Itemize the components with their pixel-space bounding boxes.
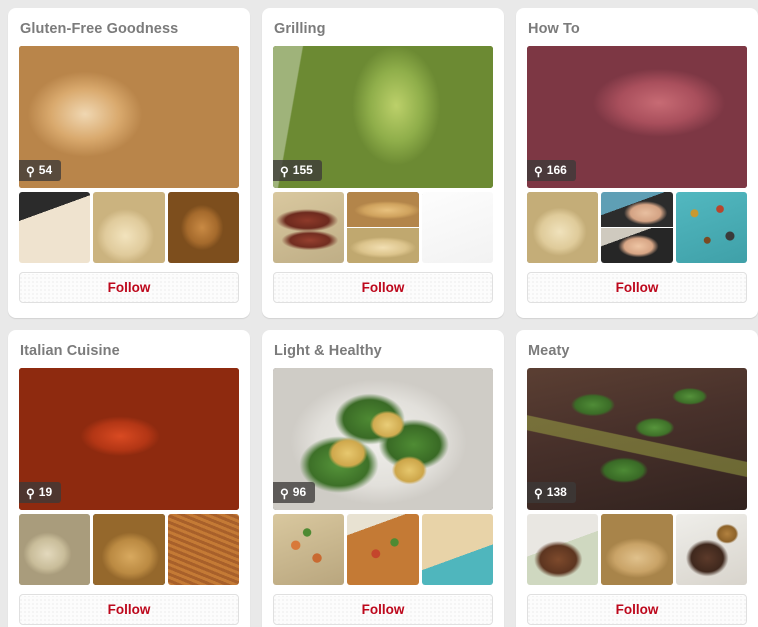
board-thumbnail-row	[19, 514, 239, 585]
thumbnail-image	[93, 192, 165, 263]
pin-count-badge: ⚲ 19	[19, 482, 62, 503]
pushpin-icon: ⚲	[280, 164, 289, 178]
board-title: Grilling	[274, 21, 326, 37]
thumbnail-image	[19, 514, 91, 585]
board-cover-image[interactable]: ⚲ 19	[19, 368, 239, 510]
thumbnail-image	[601, 514, 673, 585]
follow-button[interactable]: Follow	[273, 272, 493, 303]
board-thumbnail[interactable]	[273, 514, 345, 585]
board-cover-image[interactable]: ⚲ 166	[527, 46, 747, 188]
thumbnail-image-bottom	[601, 227, 673, 263]
board-thumbnail[interactable]	[167, 514, 239, 585]
board-thumbnail[interactable]	[527, 514, 599, 585]
board-thumbnail-row	[273, 514, 493, 585]
follow-button[interactable]: Follow	[19, 272, 239, 303]
pin-count-badge: ⚲ 166	[527, 160, 576, 181]
board-thumbnail[interactable]	[675, 514, 747, 585]
thumbnail-image	[421, 514, 493, 585]
follow-button[interactable]: Follow	[273, 594, 493, 625]
board-grid: Gluten-Free Goodness ⚲ 54 Follow Grilling ⚲ 15…	[0, 0, 758, 627]
thumbnail-image-top	[347, 192, 419, 227]
thumbnail-image	[167, 192, 239, 263]
pushpin-icon: ⚲	[26, 486, 35, 500]
pin-count-value: 138	[546, 485, 567, 499]
pin-count-badge: ⚲ 138	[527, 482, 576, 503]
thumbnail-image-bottom	[347, 227, 419, 263]
board-card[interactable]: Grilling ⚲ 155 Follow	[262, 8, 504, 318]
board-title: Meaty	[528, 343, 570, 359]
board-thumbnail[interactable]	[93, 514, 165, 585]
board-thumbnail-row	[19, 192, 239, 263]
board-cover-image[interactable]: ⚲ 96	[273, 368, 493, 510]
pin-count-value: 19	[38, 485, 53, 499]
board-thumbnail[interactable]	[347, 192, 419, 263]
thumbnail-image	[675, 514, 747, 585]
board-cover-image[interactable]: ⚲ 138	[527, 368, 747, 510]
board-thumbnail[interactable]	[19, 192, 91, 263]
board-title: Italian Cuisine	[20, 343, 120, 359]
pin-count-value: 155	[292, 163, 313, 177]
board-card[interactable]: Gluten-Free Goodness ⚲ 54 Follow	[8, 8, 250, 318]
thumbnail-image	[93, 514, 165, 585]
board-title: How To	[528, 21, 580, 37]
board-card[interactable]: Italian Cuisine ⚲ 19 Follow	[8, 330, 250, 627]
thumbnail-image-top	[601, 192, 673, 227]
board-thumbnail[interactable]	[527, 192, 599, 263]
thumbnail-image	[421, 192, 493, 263]
pushpin-icon: ⚲	[534, 164, 543, 178]
board-thumbnail-row	[527, 192, 747, 263]
thumbnail-image	[527, 192, 599, 263]
pushpin-icon: ⚲	[280, 486, 289, 500]
board-thumbnail[interactable]	[167, 192, 239, 263]
board-thumbnail[interactable]	[93, 192, 165, 263]
thumbnail-image	[167, 514, 239, 585]
board-thumbnail[interactable]	[421, 514, 493, 585]
pin-count-value: 166	[546, 163, 567, 177]
board-thumbnail[interactable]	[675, 192, 747, 263]
pin-count-badge: ⚲ 96	[273, 482, 316, 503]
board-thumbnail[interactable]	[273, 192, 345, 263]
board-title: Gluten-Free Goodness	[20, 21, 179, 37]
board-thumbnail[interactable]	[601, 514, 673, 585]
board-thumbnail-row	[527, 514, 747, 585]
board-thumbnail[interactable]	[19, 514, 91, 585]
pin-count-value: 54	[38, 163, 53, 177]
board-cover-image[interactable]: ⚲ 54	[19, 46, 239, 188]
follow-button[interactable]: Follow	[19, 594, 239, 625]
board-cover-image[interactable]: ⚲ 155	[273, 46, 493, 188]
board-card[interactable]: Light & Healthy ⚲ 96 Follow	[262, 330, 504, 627]
thumbnail-image	[19, 192, 91, 263]
thumbnail-image	[347, 514, 419, 585]
pin-count-value: 96	[292, 485, 307, 499]
follow-button[interactable]: Follow	[527, 272, 747, 303]
board-thumbnail[interactable]	[421, 192, 493, 263]
thumbnail-image	[273, 514, 345, 585]
pushpin-icon: ⚲	[534, 486, 543, 500]
board-thumbnail[interactable]	[347, 514, 419, 585]
pushpin-icon: ⚲	[26, 164, 35, 178]
pin-count-badge: ⚲ 54	[19, 160, 62, 181]
board-thumbnail-row	[273, 192, 493, 263]
board-card[interactable]: Meaty ⚲ 138 Follow	[516, 330, 758, 627]
pin-count-badge: ⚲ 155	[273, 160, 322, 181]
thumbnail-image	[675, 192, 747, 263]
thumbnail-image	[527, 514, 599, 585]
board-title: Light & Healthy	[274, 343, 382, 359]
board-thumbnail[interactable]	[601, 192, 673, 263]
thumbnail-image	[273, 192, 345, 263]
board-card[interactable]: How To ⚲ 166 Follow	[516, 8, 758, 318]
follow-button[interactable]: Follow	[527, 594, 747, 625]
